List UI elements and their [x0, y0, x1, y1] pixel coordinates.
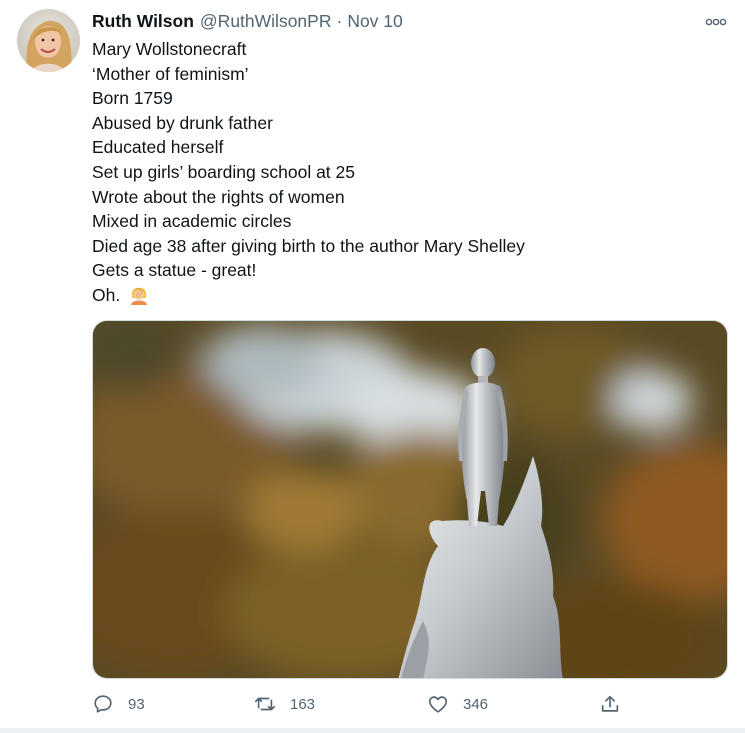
retweet-button[interactable]: 163	[254, 690, 315, 718]
reply-button[interactable]: 93	[92, 690, 145, 718]
share-icon	[601, 695, 619, 712]
tweet-divider	[0, 728, 745, 733]
like-button[interactable]: 346	[427, 690, 488, 718]
tweet-text-line: Educated herself	[92, 137, 224, 158]
woman-facepalming-icon	[131, 287, 148, 305]
reply-icon	[94, 695, 112, 713]
tweet-photo[interactable]	[92, 320, 728, 679]
tweet-text-line: Died age 38 after giving birth to the au…	[92, 235, 525, 256]
tweet-text-line: ‘Mother of feminism’	[92, 63, 249, 84]
tweet-text-line: Abused by drunk father	[92, 112, 273, 133]
like-count: 346	[463, 695, 489, 713]
silver-statue-photo	[93, 321, 727, 678]
tweet-text-line: Wrote about the rights of women	[92, 186, 345, 207]
tweet-text-line: Born 1759	[92, 88, 173, 109]
share-button[interactable]	[599, 690, 621, 718]
retweet-count: 163	[290, 695, 316, 713]
tweet-text-line: Set up girls’ boarding school at 25	[92, 161, 355, 182]
more-options-icon[interactable]	[703, 12, 729, 32]
tweet-text-line: Gets a statue - great!	[92, 260, 257, 281]
avatar[interactable]	[17, 9, 80, 72]
tweet-actions: 93 163 346	[92, 690, 732, 718]
tweet-text: Mary Wollstonecraft ‘Mother of feminism’…	[92, 37, 732, 308]
reply-count: 93	[128, 695, 145, 713]
author-name[interactable]: Ruth Wilson	[92, 11, 194, 32]
heart-icon	[428, 696, 448, 713]
tweet-text-line: Mary Wollstonecraft	[92, 39, 247, 59]
avatar-image	[17, 9, 80, 72]
author-handle[interactable]: @RuthWilsonPR	[200, 11, 332, 32]
retweet-icon	[255, 697, 275, 711]
tweet-text-line: Mixed in academic circles	[92, 211, 292, 232]
tweet-text-line-last: Oh.	[92, 283, 732, 308]
header-separator: ·	[336, 11, 343, 31]
tweet-header: Ruth Wilson @RuthWilsonPR · Nov 10	[92, 11, 403, 35]
tweet-text-oh: Oh.	[92, 284, 121, 305]
tweet[interactable]: Ruth Wilson @RuthWilsonPR · Nov 10 Mary …	[0, 0, 745, 733]
tweet-timestamp[interactable]: Nov 10	[347, 11, 402, 32]
